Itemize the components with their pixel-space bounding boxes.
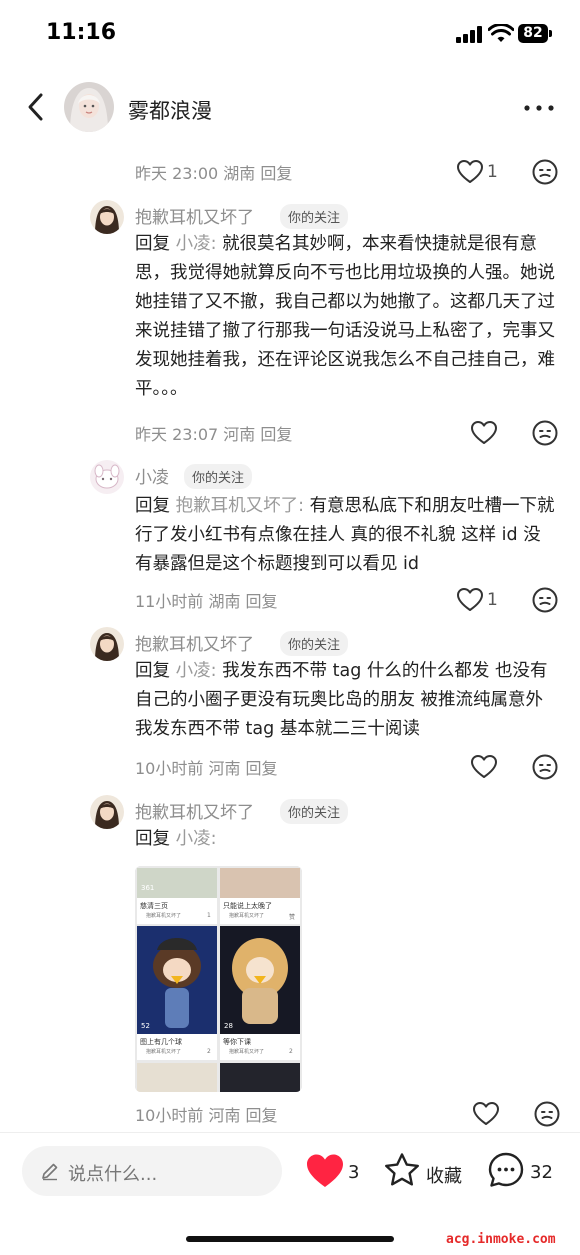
like-heart-icon[interactable] [472, 1100, 500, 1128]
commenter-avatar[interactable] [90, 200, 124, 234]
like-count: 1 [487, 590, 498, 610]
reply-prefix: 回复 [135, 234, 170, 254]
commenter-avatar[interactable] [90, 795, 124, 829]
reply-target[interactable]: 小凌 [176, 829, 211, 849]
dislike-face-icon[interactable] [531, 753, 559, 781]
watermark: acg.inmoke.com [446, 1232, 556, 1247]
like-heart-icon[interactable] [456, 586, 484, 614]
battery-level: 82 [518, 24, 548, 43]
comment-bubble-icon[interactable] [487, 1151, 525, 1189]
reply-colon: : [210, 829, 217, 849]
comment-count: 32 [530, 1162, 553, 1183]
comment-text: 回复 小凌: [135, 825, 555, 854]
reply-target[interactable]: 小凌 [176, 234, 211, 254]
commenter-name[interactable]: 抱歉耳机又坏了 [135, 630, 254, 655]
comment-meta: 昨天 23:07 河南 回复 [135, 425, 293, 444]
author-avatar[interactable] [64, 82, 114, 132]
more-options-icon[interactable] [522, 98, 556, 118]
cellular-signal-icon [456, 26, 482, 43]
comment-body: 就很莫名其妙啊，本来看快捷就是很有意思，我觉得她就算反向不亏也比用垃圾换的人强。… [135, 234, 555, 399]
like-heart-icon[interactable] [470, 419, 498, 447]
comment-meta: 11小时前 湖南 回复 [135, 592, 278, 611]
following-badge: 你的关注 [280, 631, 349, 656]
comment-meta: 10小时前 河南 回复 [135, 759, 278, 778]
thumb-caption: 慈清三页 [140, 902, 168, 910]
reply-colon: : [210, 234, 217, 254]
thumb-views: 28 [224, 1022, 233, 1030]
commenter-name[interactable]: 抱歉耳机又坏了 [135, 203, 254, 228]
reply-prefix: 回复 [135, 661, 170, 681]
following-badge: 你的关注 [184, 464, 253, 489]
thumb-likes: 2 [289, 1048, 293, 1055]
battery-tip [549, 30, 552, 37]
back-arrow-icon[interactable] [22, 92, 52, 122]
like-count: 3 [348, 1162, 360, 1183]
thumb-caption: 图上有几个球 [140, 1038, 182, 1046]
commenter-avatar[interactable] [90, 460, 124, 494]
dislike-face-icon[interactable] [531, 419, 559, 447]
like-heart-icon[interactable] [456, 158, 484, 186]
like-heart-icon[interactable] [470, 753, 498, 781]
attached-screenshot[interactable]: 361 慈清三页 抱歉耳机又坏了 1 只能说上太晚了 抱歉耳机又坏了 赞 52 … [135, 866, 302, 1092]
commenter-name[interactable]: 抱歉耳机又坏了 [135, 798, 254, 823]
thumb-views: 52 [141, 1022, 150, 1030]
star-icon[interactable] [383, 1152, 421, 1188]
like-filled-heart-icon[interactable] [305, 1152, 345, 1190]
thumb-views: 361 [141, 884, 155, 892]
following-badge: 你的关注 [280, 799, 349, 824]
thumb-author: 抱歉耳机又坏了 [146, 1049, 182, 1055]
comment-meta: 10小时前 河南 回复 [135, 1106, 278, 1125]
thumb-caption: 等你下课 [223, 1038, 251, 1046]
comment-text: 回复 小凌: 我发东西不带 tag 什么的什么都发 也没有自己的小圈子更没有玩奥… [135, 657, 555, 744]
author-name[interactable]: 雾都浪漫 [128, 95, 212, 125]
thumb-author: 抱歉耳机又坏了 [146, 913, 182, 919]
thumb-author: 抱歉耳机又坏了 [229, 1049, 265, 1055]
thumb-author: 抱歉耳机又坏了 [229, 913, 265, 919]
commenter-avatar[interactable] [90, 627, 124, 661]
thumb-caption: 只能说上太晚了 [223, 902, 272, 910]
following-badge: 你的关注 [280, 204, 349, 229]
dislike-face-icon[interactable] [533, 1100, 561, 1128]
pencil-icon [42, 1163, 58, 1181]
like-count: 1 [487, 162, 498, 182]
commenter-name[interactable]: 小凌 [135, 463, 169, 488]
wifi-icon [488, 24, 514, 42]
status-time: 11:16 [46, 20, 117, 45]
comment-text: 回复 小凌: 就很莫名其妙啊，本来看快捷就是很有意思，我觉得她就算反向不亏也比用… [135, 230, 555, 404]
reply-colon: : [210, 661, 217, 681]
collect-label[interactable]: 收藏 [426, 1162, 462, 1188]
reply-prefix: 回复 [135, 496, 170, 516]
comment-text: 回复 抱歉耳机又坏了: 有意思私底下和朋友吐槽一下就行了发小红书有点像在挂人 真… [135, 492, 555, 579]
comment-input-placeholder[interactable]: 说点什么... [68, 1160, 157, 1186]
comment-meta: 昨天 23:00 湖南 回复 [135, 164, 293, 183]
bottom-divider [0, 1132, 580, 1133]
thumb-likes: 2 [207, 1048, 211, 1055]
reply-colon: : [298, 496, 304, 516]
dislike-face-icon[interactable] [531, 586, 559, 614]
reply-prefix: 回复 [135, 829, 170, 849]
dislike-face-icon[interactable] [531, 158, 559, 186]
home-indicator[interactable] [186, 1236, 394, 1242]
reply-target[interactable]: 小凌 [176, 661, 211, 681]
thumb-likes: 赞 [289, 914, 296, 921]
thumb-likes: 1 [207, 912, 211, 919]
reply-target[interactable]: 抱歉耳机又坏了 [176, 496, 299, 516]
